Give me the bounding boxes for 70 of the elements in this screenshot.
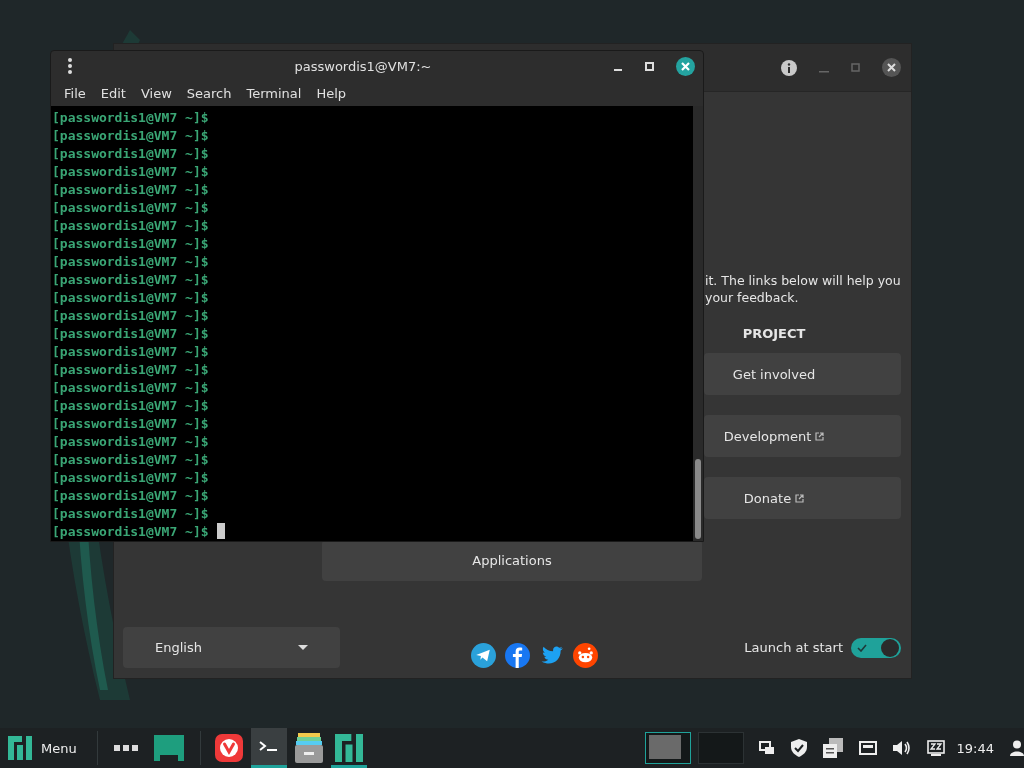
project-button[interactable]: Donate [704, 477, 901, 519]
windows-icon[interactable] [758, 741, 775, 755]
clock[interactable]: 19:44 [956, 740, 994, 756]
intro-text: it. The links below will help you [705, 272, 901, 289]
m-logo-icon [8, 736, 32, 760]
window-title: passwordis1@VM7:~ [293, 58, 433, 74]
prompt-text: [passwordis1@VM7 ~]$ [52, 505, 209, 521]
launch-at-start-label: Launch at start [744, 640, 843, 655]
dots-icon[interactable] [113, 744, 138, 752]
text-cursor [216, 523, 225, 539]
section-heading: PROJECT [741, 326, 807, 341]
prompt-text: [passwordis1@VM7 ~]$ [52, 343, 209, 359]
applications-button[interactable]: Applications [322, 540, 702, 581]
menu-item[interactable]: View [134, 86, 178, 101]
language-dropdown[interactable]: English [123, 627, 340, 668]
menu-item[interactable]: Edit [94, 86, 132, 101]
scrollbar[interactable] [693, 106, 703, 541]
prompt-text: [passwordis1@VM7 ~]$ [52, 181, 209, 197]
prompt-text: [passwordis1@VM7 ~]$ [52, 361, 209, 377]
prompt-text: [passwordis1@VM7 ~]$ [52, 199, 209, 215]
prompt-text: [passwordis1@VM7 ~]$ [52, 487, 209, 503]
prompt-text: [passwordis1@VM7 ~]$ [52, 433, 209, 449]
menu-item[interactable]: Terminal [240, 86, 308, 101]
f-logo-icon[interactable] [504, 643, 530, 668]
check-icon [857, 643, 867, 652]
kebab-menu-icon[interactable] [67, 57, 73, 75]
prompt-text: [passwordis1@VM7 ~]$ [52, 253, 209, 269]
paper-plane-icon[interactable] [470, 643, 496, 668]
menu-button[interactable]: Menu [6, 736, 89, 760]
clipboard-icon[interactable] [822, 738, 843, 758]
prompt-text: [passwordis1@VM7 ~]$ [52, 109, 209, 125]
user-icon[interactable] [1010, 740, 1024, 756]
volume-icon[interactable] [892, 740, 911, 756]
close-icon[interactable] [882, 58, 901, 77]
menu-item[interactable]: Help [310, 86, 353, 101]
prompt-text: [passwordis1@VM7 ~]$ [52, 415, 209, 431]
menu-item[interactable]: File [58, 86, 92, 101]
prompt-text: [passwordis1@VM7 ~]$ [52, 469, 209, 485]
prompt-text: [passwordis1@VM7 ~]$ [52, 163, 209, 179]
alien-icon[interactable] [572, 643, 598, 668]
desktop-icon[interactable] [153, 735, 184, 761]
network-icon[interactable] [858, 741, 877, 755]
close-icon[interactable] [676, 56, 695, 76]
prompt-text: [passwordis1@VM7 ~]$ [52, 127, 209, 143]
project-button[interactable]: Development [704, 415, 901, 457]
caret-icon [298, 645, 308, 650]
intro-text: your feedback. [705, 289, 800, 306]
prompt-text: [passwordis1@VM7 ~]$ [52, 451, 209, 467]
prompt-text: [passwordis1@VM7 ~]$ [52, 289, 209, 305]
prompt-text: [passwordis1@VM7 ~]$ [52, 235, 209, 251]
prompt-text: [passwordis1@VM7 ~]$ [52, 397, 209, 413]
prompt-text: [passwordis1@VM7 ~]$ [52, 307, 209, 323]
prompt-text: [passwordis1@VM7 ~]$ [52, 145, 209, 161]
launch-toggle[interactable] [851, 637, 901, 658]
shield-icon[interactable] [790, 739, 807, 757]
file-cabinet-icon [294, 733, 323, 763]
m-logo-icon [334, 734, 363, 762]
prompt-text: [passwordis1@VM7 ~]$ [52, 271, 209, 287]
prompt-text: [passwordis1@VM7 ~]$ [52, 325, 209, 341]
sleep-icon[interactable] [926, 740, 945, 756]
project-button[interactable]: Get involved [704, 353, 901, 395]
workspace-thumbnail[interactable] [644, 732, 691, 764]
prompt-text: [passwordis1@VM7 ~]$ [52, 379, 209, 395]
menu-item[interactable]: Search [180, 86, 238, 101]
prompt-text: [passwordis1@VM7 ~]$ [52, 523, 209, 539]
prompt-text: [passwordis1@VM7 ~]$ [52, 217, 209, 233]
taskbar-launcher[interactable] [250, 728, 287, 768]
v-logo-icon [214, 734, 243, 762]
workspace-thumbnail[interactable] [697, 732, 744, 764]
info-icon[interactable] [781, 59, 797, 76]
